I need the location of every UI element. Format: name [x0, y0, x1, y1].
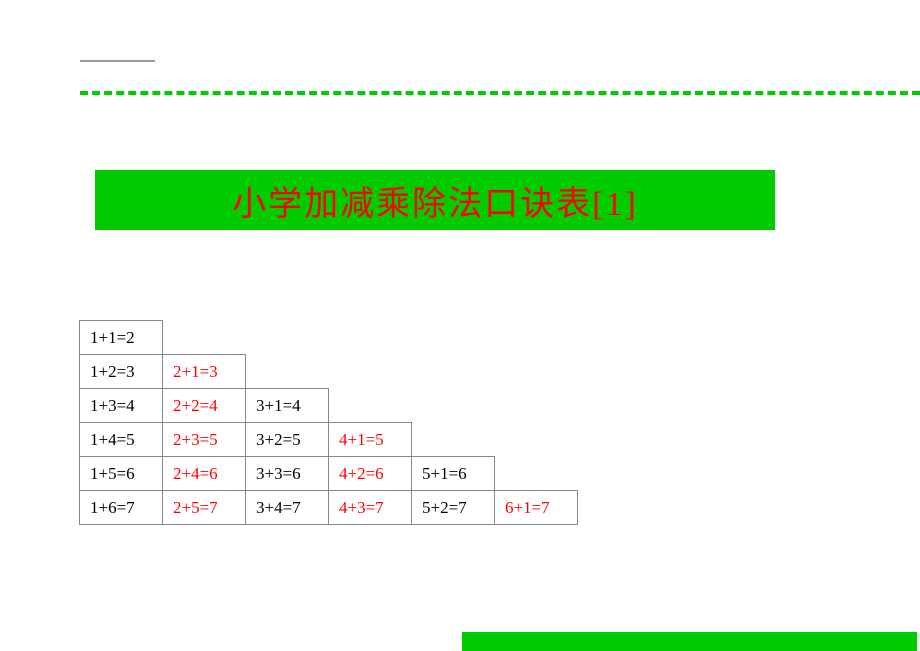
table-cell: 1+5=6: [80, 457, 163, 491]
table-cell: 2+3=5: [163, 423, 246, 457]
header-underline: [80, 60, 155, 62]
divider-dashed: [80, 91, 920, 95]
table-cell: 3+2=5: [246, 423, 329, 457]
table-row: 1+4=52+3=53+2=54+1=5: [80, 423, 578, 457]
table-cell: 5+1=6: [412, 457, 495, 491]
table-cell: [412, 389, 495, 423]
table-cell: 4+1=5: [329, 423, 412, 457]
page-title: 小学加减乘除法口诀表[1]: [232, 176, 638, 225]
table-cell: 1+3=4: [80, 389, 163, 423]
table-cell: [495, 355, 578, 389]
table-cell: 1+4=5: [80, 423, 163, 457]
table-cell: [412, 355, 495, 389]
table-cell: 1+1=2: [80, 321, 163, 355]
table-cell: [495, 423, 578, 457]
table-row: 1+3=42+2=43+1=4: [80, 389, 578, 423]
table-cell: 4+2=6: [329, 457, 412, 491]
table-cell: 3+3=6: [246, 457, 329, 491]
table-cell: 2+2=4: [163, 389, 246, 423]
table-cell: [329, 321, 412, 355]
table-cell: [329, 355, 412, 389]
table-cell: [412, 321, 495, 355]
table-cell: 2+1=3: [163, 355, 246, 389]
table-cell: [329, 389, 412, 423]
arithmetic-table: 1+1=21+2=32+1=31+3=42+2=43+1=41+4=52+3=5…: [79, 320, 578, 525]
table-cell: 3+4=7: [246, 491, 329, 525]
table-cell: 6+1=7: [495, 491, 578, 525]
table-cell: 2+5=7: [163, 491, 246, 525]
table-row: 1+1=2: [80, 321, 578, 355]
table-cell: 2+4=6: [163, 457, 246, 491]
table-cell: 1+6=7: [80, 491, 163, 525]
table-cell: 5+2=7: [412, 491, 495, 525]
table-row: 1+2=32+1=3: [80, 355, 578, 389]
table-cell: [163, 321, 246, 355]
table-cell: [412, 423, 495, 457]
table-cell: [495, 389, 578, 423]
table-row: 1+6=72+5=73+4=74+3=75+2=76+1=7: [80, 491, 578, 525]
table-cell: 3+1=4: [246, 389, 329, 423]
table-cell: [495, 321, 578, 355]
title-banner: 小学加减乘除法口诀表[1]: [95, 170, 775, 230]
bottom-accent-bar: [462, 632, 917, 651]
table-cell: [495, 457, 578, 491]
table-cell: 4+3=7: [329, 491, 412, 525]
table-cell: [246, 321, 329, 355]
table-cell: [246, 355, 329, 389]
table-cell: 1+2=3: [80, 355, 163, 389]
table-row: 1+5=62+4=63+3=64+2=65+1=6: [80, 457, 578, 491]
